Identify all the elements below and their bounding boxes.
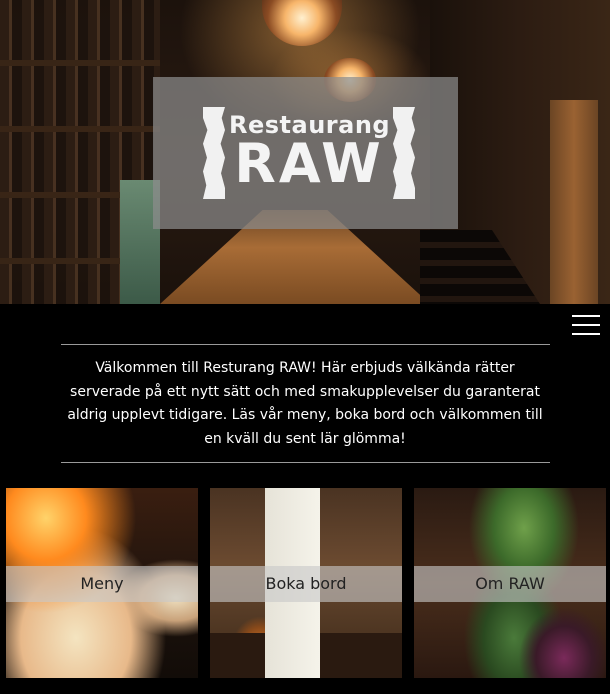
logo-bar-left: [203, 107, 225, 199]
divider-top: [61, 344, 550, 345]
card-boka-bord[interactable]: Boka bord: [210, 488, 402, 678]
card-label: Meny: [80, 574, 124, 593]
wood-panel: [550, 100, 598, 304]
card-om-raw[interactable]: Om RAW: [414, 488, 606, 678]
hero-image: Restaurang RAW: [0, 0, 610, 304]
logo[interactable]: Restaurang RAW: [153, 77, 458, 229]
menu-icon-line: [572, 324, 600, 326]
logo-bar-right: [393, 107, 415, 199]
divider-bottom: [61, 462, 550, 463]
logo-title: RAW: [234, 132, 384, 195]
pendant-lamp-icon: [262, 0, 342, 46]
hamburger-menu-icon[interactable]: [572, 313, 600, 337]
menu-icon-line: [572, 315, 600, 317]
card-label: Om RAW: [475, 574, 545, 593]
card-label: Boka bord: [265, 574, 347, 593]
welcome-text: Välkommen till Resturang RAW! Här erbjud…: [67, 360, 543, 447]
menu-icon-line: [572, 333, 600, 335]
card-meny[interactable]: Meny: [6, 488, 198, 678]
